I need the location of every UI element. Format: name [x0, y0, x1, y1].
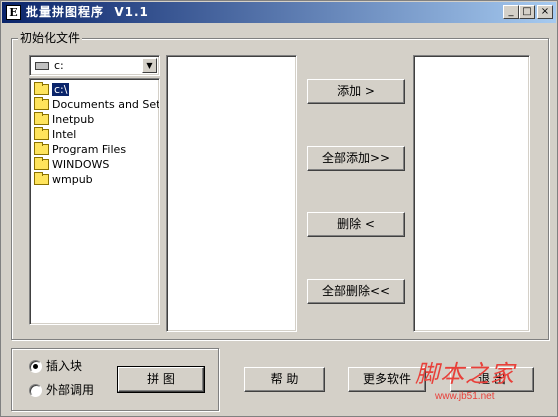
app-icon[interactable]: E [6, 5, 21, 20]
dir-item[interactable]: Inetpub [34, 112, 159, 127]
dir-item-label: Program Files [52, 143, 127, 156]
folder-icon [34, 127, 49, 140]
dir-item-label: Documents and Settin [52, 98, 160, 111]
watermark-url: www.jb51.net [435, 391, 495, 402]
external-call-label[interactable]: 外部调用 [46, 383, 94, 397]
dir-item-root[interactable]: c:\ [34, 82, 159, 97]
external-call-radio[interactable] [29, 384, 42, 397]
chevron-down-icon[interactable]: ▼ [142, 58, 157, 73]
open-folder-icon [34, 82, 49, 95]
main-window: E 批量拼图程序 V1.1 _ □ × 初始化文件 c: ▼ c:\ Docum… [0, 0, 558, 417]
folder-icon [34, 112, 49, 125]
dir-item-label: Inetpub [52, 113, 95, 126]
remove-button[interactable]: 删除 < [307, 212, 405, 237]
dir-item[interactable]: WINDOWS [34, 157, 159, 172]
drive-icon [35, 62, 49, 70]
dir-item[interactable]: Documents and Settin [34, 97, 160, 112]
dir-item[interactable]: wmpub [34, 172, 159, 187]
drive-value: c: [54, 59, 64, 72]
close-button[interactable]: × [537, 5, 553, 19]
directory-list[interactable]: c:\ Documents and Settin Inetpub Intel P… [29, 78, 160, 325]
init-files-legend: 初始化文件 [18, 31, 83, 45]
title-bar[interactable]: E 批量拼图程序 V1.1 _ □ × [2, 2, 556, 23]
folder-icon [34, 97, 49, 110]
window-title: 批量拼图程序 V1.1 [26, 5, 149, 19]
add-all-button[interactable]: 全部添加>> [307, 146, 405, 171]
folder-icon [34, 142, 49, 155]
insert-block-label[interactable]: 插入块 [46, 359, 82, 373]
dir-item-label: Intel [52, 128, 77, 141]
maximize-button[interactable]: □ [519, 5, 535, 19]
watermark-text: 脚本之家 [415, 360, 515, 388]
folder-icon [34, 157, 49, 170]
add-button[interactable]: 添加 > [307, 79, 405, 104]
insert-block-radio[interactable] [29, 360, 42, 373]
help-button[interactable]: 帮 助 [244, 367, 325, 392]
minimize-button[interactable]: _ [503, 5, 519, 19]
selected-file-list[interactable] [413, 55, 530, 332]
dir-item-label: WINDOWS [52, 158, 110, 171]
dir-item-label: wmpub [52, 173, 93, 186]
dir-item-label: c:\ [52, 83, 70, 96]
dir-item[interactable]: Program Files [34, 142, 159, 157]
source-file-list[interactable] [166, 55, 297, 332]
combine-button[interactable]: 拼 图 [117, 366, 205, 393]
folder-icon [34, 172, 49, 185]
dir-item[interactable]: Intel [34, 127, 159, 142]
drive-combo[interactable]: c: ▼ [29, 55, 160, 76]
watermark: 脚本之家 www.jb51.net [415, 357, 557, 415]
remove-all-button[interactable]: 全部删除<< [307, 279, 405, 304]
